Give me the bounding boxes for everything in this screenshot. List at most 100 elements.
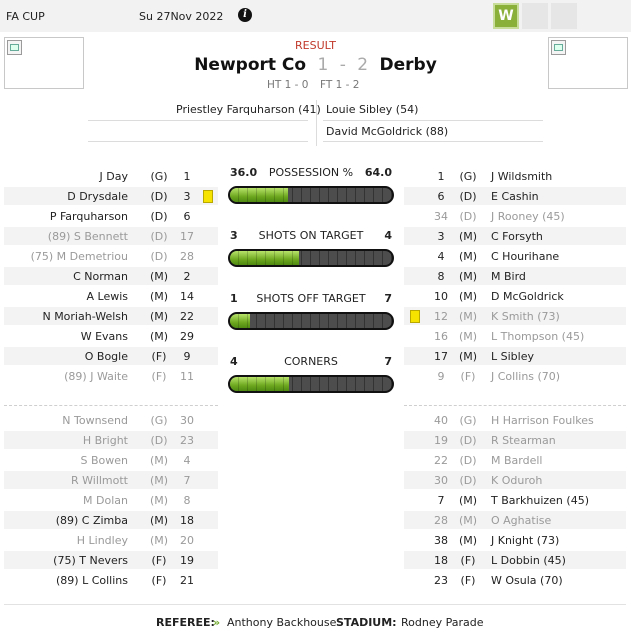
player-name[interactable]: H Harrison Foulkes: [491, 414, 594, 427]
player-row[interactable]: N Moriah-Welsh (M) 22: [4, 307, 218, 325]
player-row[interactable]: 3 (M) C Forsyth: [404, 227, 626, 245]
player-num: 18: [434, 554, 448, 567]
referee-name[interactable]: Anthony Backhouse: [227, 616, 336, 629]
player-pos: (M): [149, 310, 169, 323]
player-name[interactable]: N Moriah-Welsh: [42, 310, 128, 323]
stat-bar: [228, 375, 394, 393]
player-name[interactable]: P Farquharson: [50, 210, 128, 223]
player-pos: (F): [460, 370, 476, 383]
player-row[interactable]: (89) C Zimba (M) 18: [4, 511, 218, 529]
player-row[interactable]: 12 (M) K Smith (73): [404, 307, 626, 325]
player-row[interactable]: O Bogle (F) 9: [4, 347, 218, 365]
player-name[interactable]: T Barkhuizen (45): [491, 494, 589, 507]
player-name[interactable]: (89) C Zimba: [56, 514, 128, 527]
player-num: 16: [434, 330, 448, 343]
scorers-divider: [88, 141, 308, 142]
player-name[interactable]: (89) J Waite: [64, 370, 128, 383]
player-name[interactable]: K Oduroh: [491, 474, 542, 487]
player-name[interactable]: L Sibley: [491, 350, 534, 363]
stat-label: SHOTS ON TARGET: [258, 229, 364, 242]
player-name[interactable]: J Rooney (45): [491, 210, 565, 223]
player-name[interactable]: H Bright: [83, 434, 128, 447]
player-row[interactable]: 40 (G) H Harrison Foulkes: [404, 411, 626, 429]
player-name[interactable]: N Townsend: [62, 414, 128, 427]
player-name[interactable]: W Osula (70): [491, 574, 563, 587]
player-row[interactable]: 18 (F) L Dobbin (45): [404, 551, 626, 569]
player-name[interactable]: M Bird: [491, 270, 526, 283]
player-name[interactable]: D McGoldrick: [491, 290, 564, 303]
player-row[interactable]: (89) L Collins (F) 21: [4, 571, 218, 589]
player-row[interactable]: A Lewis (M) 14: [4, 287, 218, 305]
player-name[interactable]: J Knight (73): [491, 534, 559, 547]
player-row[interactable]: 8 (M) M Bird: [404, 267, 626, 285]
stat-bar-fill: [230, 251, 300, 265]
player-name[interactable]: W Evans: [81, 330, 128, 343]
player-name[interactable]: D Drysdale: [67, 190, 128, 203]
player-row[interactable]: W Evans (M) 29: [4, 327, 218, 345]
player-name[interactable]: M Bardell: [491, 454, 542, 467]
player-row[interactable]: 6 (D) E Cashin: [404, 187, 626, 205]
player-row[interactable]: 30 (D) K Oduroh: [404, 471, 626, 489]
player-pos: (M): [149, 270, 169, 283]
home-team-name[interactable]: Newport Co: [194, 55, 306, 75]
player-row[interactable]: C Norman (M) 2: [4, 267, 218, 285]
player-row[interactable]: H Bright (D) 23: [4, 431, 218, 449]
player-row[interactable]: N Townsend (G) 30: [4, 411, 218, 429]
player-row[interactable]: (75) M Demetriou (D) 28: [4, 247, 218, 265]
form-win-badge[interactable]: W: [493, 3, 519, 29]
player-row[interactable]: J Day (G) 1: [4, 167, 218, 185]
player-name[interactable]: J Collins (70): [491, 370, 560, 383]
player-row[interactable]: R Willmott (M) 7: [4, 471, 218, 489]
player-row[interactable]: 7 (M) T Barkhuizen (45): [404, 491, 626, 509]
player-name[interactable]: H Lindley: [77, 534, 128, 547]
player-name[interactable]: C Hourihane: [491, 250, 559, 263]
player-name[interactable]: (75) M Demetriou: [31, 250, 128, 263]
player-name[interactable]: R Stearman: [491, 434, 556, 447]
info-icon[interactable]: i: [238, 8, 252, 22]
player-row[interactable]: 4 (M) C Hourihane: [404, 247, 626, 265]
player-row[interactable]: P Farquharson (D) 6: [4, 207, 218, 225]
player-name[interactable]: (75) T Nevers: [53, 554, 128, 567]
player-row[interactable]: (89) S Bennett (D) 17: [4, 227, 218, 245]
stadium-name[interactable]: Rodney Parade: [401, 616, 484, 629]
player-name[interactable]: C Norman: [73, 270, 128, 283]
player-row[interactable]: 16 (M) L Thompson (45): [404, 327, 626, 345]
player-pos: (D): [459, 210, 477, 223]
player-name[interactable]: M Dolan: [83, 494, 128, 507]
player-name[interactable]: L Thompson (45): [491, 330, 584, 343]
player-row[interactable]: (89) J Waite (F) 11: [4, 367, 218, 385]
player-name[interactable]: E Cashin: [491, 190, 539, 203]
player-row[interactable]: 17 (M) L Sibley: [404, 347, 626, 365]
player-name[interactable]: S Bowen: [81, 454, 129, 467]
away-team-name[interactable]: Derby: [380, 55, 437, 75]
player-row[interactable]: H Lindley (M) 20: [4, 531, 218, 549]
player-row[interactable]: M Dolan (M) 8: [4, 491, 218, 509]
player-pos: (G): [150, 170, 168, 183]
player-name[interactable]: L Dobbin (45): [491, 554, 566, 567]
player-name[interactable]: O Aghatise: [491, 514, 551, 527]
player-name[interactable]: O Bogle: [85, 350, 128, 363]
scorers-divider: [316, 100, 317, 146]
player-name[interactable]: J Wildsmith: [491, 170, 552, 183]
player-name[interactable]: K Smith (73): [491, 310, 560, 323]
stat-label: CORNERS: [284, 355, 338, 368]
player-row[interactable]: 23 (F) W Osula (70): [404, 571, 626, 589]
player-row[interactable]: S Bowen (M) 4: [4, 451, 218, 469]
player-name[interactable]: C Forsyth: [491, 230, 543, 243]
player-row[interactable]: 1 (G) J Wildsmith: [404, 167, 626, 185]
player-row[interactable]: 9 (F) J Collins (70): [404, 367, 626, 385]
player-pos: (M): [149, 330, 169, 343]
player-row[interactable]: (75) T Nevers (F) 19: [4, 551, 218, 569]
player-name[interactable]: (89) L Collins: [56, 574, 128, 587]
player-row[interactable]: 34 (D) J Rooney (45): [404, 207, 626, 225]
player-row[interactable]: 28 (M) O Aghatise: [404, 511, 626, 529]
player-row[interactable]: 19 (D) R Stearman: [404, 431, 626, 449]
player-row[interactable]: 10 (M) D McGoldrick: [404, 287, 626, 305]
player-name[interactable]: A Lewis: [86, 290, 128, 303]
player-name[interactable]: J Day: [100, 170, 128, 183]
player-row[interactable]: 22 (D) M Bardell: [404, 451, 626, 469]
player-row[interactable]: D Drysdale (D) 3: [4, 187, 218, 205]
player-name[interactable]: (89) S Bennett: [48, 230, 128, 243]
player-row[interactable]: 38 (M) J Knight (73): [404, 531, 626, 549]
player-name[interactable]: R Willmott: [71, 474, 128, 487]
